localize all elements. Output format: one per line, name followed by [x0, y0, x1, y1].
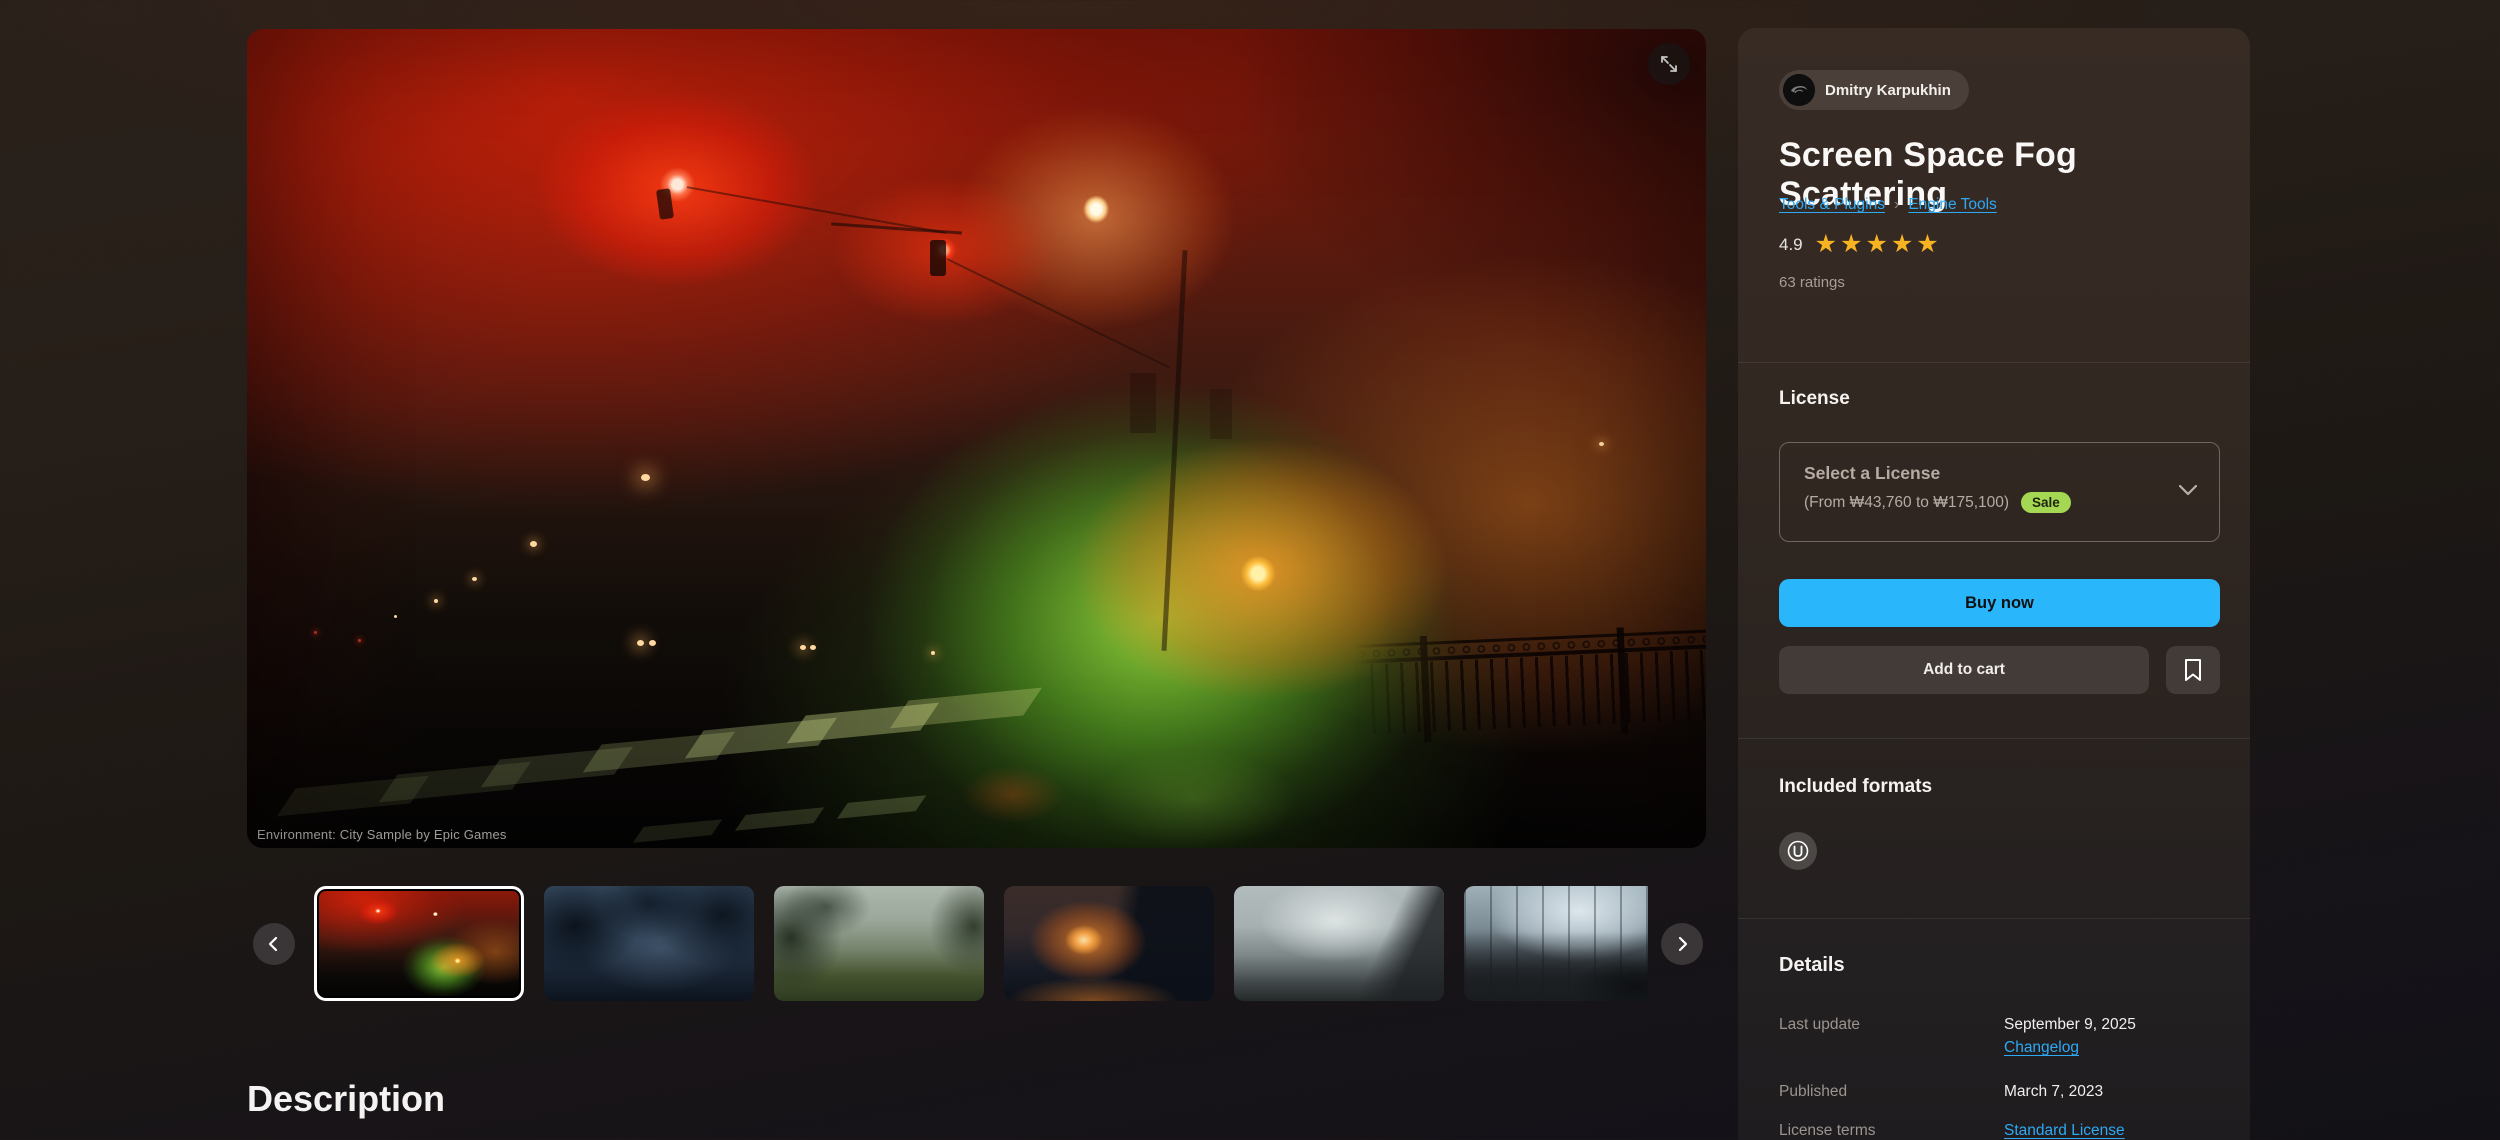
included-formats-heading: Included formats	[1779, 776, 1932, 798]
street-lamp-light	[530, 541, 537, 547]
carousel-prev-button[interactable]	[253, 923, 295, 965]
distant-red-light	[314, 631, 317, 634]
power-line	[687, 186, 946, 234]
road-marking	[837, 795, 927, 819]
street-sign-silhouette	[1130, 373, 1156, 433]
traffic-light-silhouette	[656, 188, 674, 220]
detail-row-license-terms: License terms Standard License	[1779, 1119, 2220, 1140]
details-heading: Details	[1779, 954, 1845, 977]
expand-icon	[1658, 53, 1680, 75]
detail-label: License terms	[1779, 1119, 2004, 1140]
iron-fence-silhouette	[1354, 623, 1706, 745]
breadcrumb-engine-tools[interactable]: Engine Tools	[1908, 196, 1996, 214]
crosswalk-stripe	[685, 717, 837, 758]
changelog-link[interactable]: Changelog	[2004, 1036, 2079, 1059]
buy-now-button[interactable]: Buy now	[1779, 579, 2220, 627]
detail-label: Last update	[1779, 1013, 2004, 1059]
crosswalk-stripe	[277, 776, 429, 817]
street-lamp-light	[641, 474, 650, 481]
thumbnail-interior-room[interactable]	[1464, 886, 1648, 1001]
seller-pill[interactable]: Dmitry Karpukhin	[1779, 70, 1969, 110]
breadcrumb-separator: ›	[1894, 196, 1899, 214]
add-to-cart-button[interactable]: Add to cart	[1779, 646, 2149, 694]
orange-light-reflection	[962, 766, 1064, 823]
green-light-reflection	[1093, 750, 1297, 848]
street-pole	[1162, 250, 1188, 651]
street-sign-silhouette	[1210, 389, 1232, 439]
car-headlights	[637, 640, 644, 646]
guy-wire	[947, 258, 1171, 369]
purchase-panel: Dmitry Karpukhin Screen Space Fog Scatte…	[1738, 28, 2250, 1140]
standard-license-link[interactable]: Standard License	[2004, 1119, 2125, 1140]
bookmark-icon	[2183, 658, 2203, 682]
carousel-next-button[interactable]	[1661, 923, 1703, 965]
seller-avatar	[1783, 74, 1815, 106]
car-headlights	[800, 645, 806, 650]
street-lamp-light	[931, 651, 935, 655]
license-select[interactable]: Select a License (From ₩43,760 to ₩175,1…	[1779, 442, 2220, 542]
product-hero-image[interactable]: Environment: City Sample by Epic Games	[247, 29, 1706, 848]
street-lamp-light	[472, 577, 477, 581]
breadcrumb: Tools & Plugins › Engine Tools	[1779, 196, 1997, 214]
detail-row-published: Published March 7, 2023	[1779, 1080, 2220, 1103]
crosswalk-stripe	[583, 732, 735, 773]
traffic-light-arm	[831, 223, 962, 235]
crosswalk-stripe	[379, 761, 531, 802]
thumbnail-carousel	[314, 886, 1648, 1005]
detail-label: Published	[1779, 1080, 2004, 1103]
distant-red-light	[358, 639, 361, 642]
license-heading: License	[1779, 388, 1850, 410]
street-lamp-light	[394, 615, 397, 618]
price-range: (From ₩43,760 to ₩175,100)	[1804, 494, 2009, 512]
section-divider	[1738, 362, 2250, 363]
fullscreen-button[interactable]	[1648, 43, 1690, 85]
wishlist-button[interactable]	[2166, 646, 2220, 694]
star-icons: ★★★★★	[1815, 232, 1942, 257]
thumbnail-misty-forest[interactable]	[774, 886, 984, 1001]
crosswalk-stripe	[889, 688, 1041, 729]
traffic-light-silhouette	[930, 240, 946, 276]
road-marking	[735, 807, 825, 831]
detail-value: March 7, 2023	[2004, 1080, 2103, 1103]
crosswalk-stripe	[481, 747, 633, 788]
breadcrumb-tools-plugins[interactable]: Tools & Plugins	[1779, 196, 1885, 214]
thumbnail-foggy-walkway[interactable]	[1234, 886, 1444, 1001]
street-lamp-light	[1599, 442, 1604, 446]
thumbnail-blue-foggy-forest[interactable]	[544, 886, 754, 1001]
seller-name: Dmitry Karpukhin	[1825, 82, 1951, 99]
section-divider	[1738, 918, 2250, 919]
image-caption: Environment: City Sample by Epic Games	[257, 827, 507, 842]
unreal-engine-icon[interactable]	[1779, 832, 1817, 870]
detail-row-last-update: Last update September 9, 2025 Changelog	[1779, 1013, 2220, 1059]
rating-count[interactable]: 63 ratings	[1779, 274, 1845, 291]
rating-score: 4.9	[1779, 235, 1803, 255]
chevron-right-icon	[1673, 935, 1691, 953]
rating: 4.9 ★★★★★	[1779, 232, 1942, 257]
street-lamp-light	[434, 599, 438, 603]
chevron-left-icon	[265, 935, 283, 953]
chevron-down-icon	[2177, 483, 2199, 497]
crosswalk-stripe	[787, 702, 939, 743]
section-divider	[1738, 738, 2250, 739]
road-marking	[633, 820, 723, 844]
thumbnail-sunset-water[interactable]	[1004, 886, 1214, 1001]
sale-badge: Sale	[2021, 492, 2071, 513]
detail-value: September 9, 2025	[2004, 1013, 2136, 1036]
description-heading: Description	[247, 1078, 445, 1120]
license-select-label: Select a License	[1804, 463, 2195, 484]
thumbnail-fog-traffic-lights[interactable]	[314, 886, 524, 1001]
